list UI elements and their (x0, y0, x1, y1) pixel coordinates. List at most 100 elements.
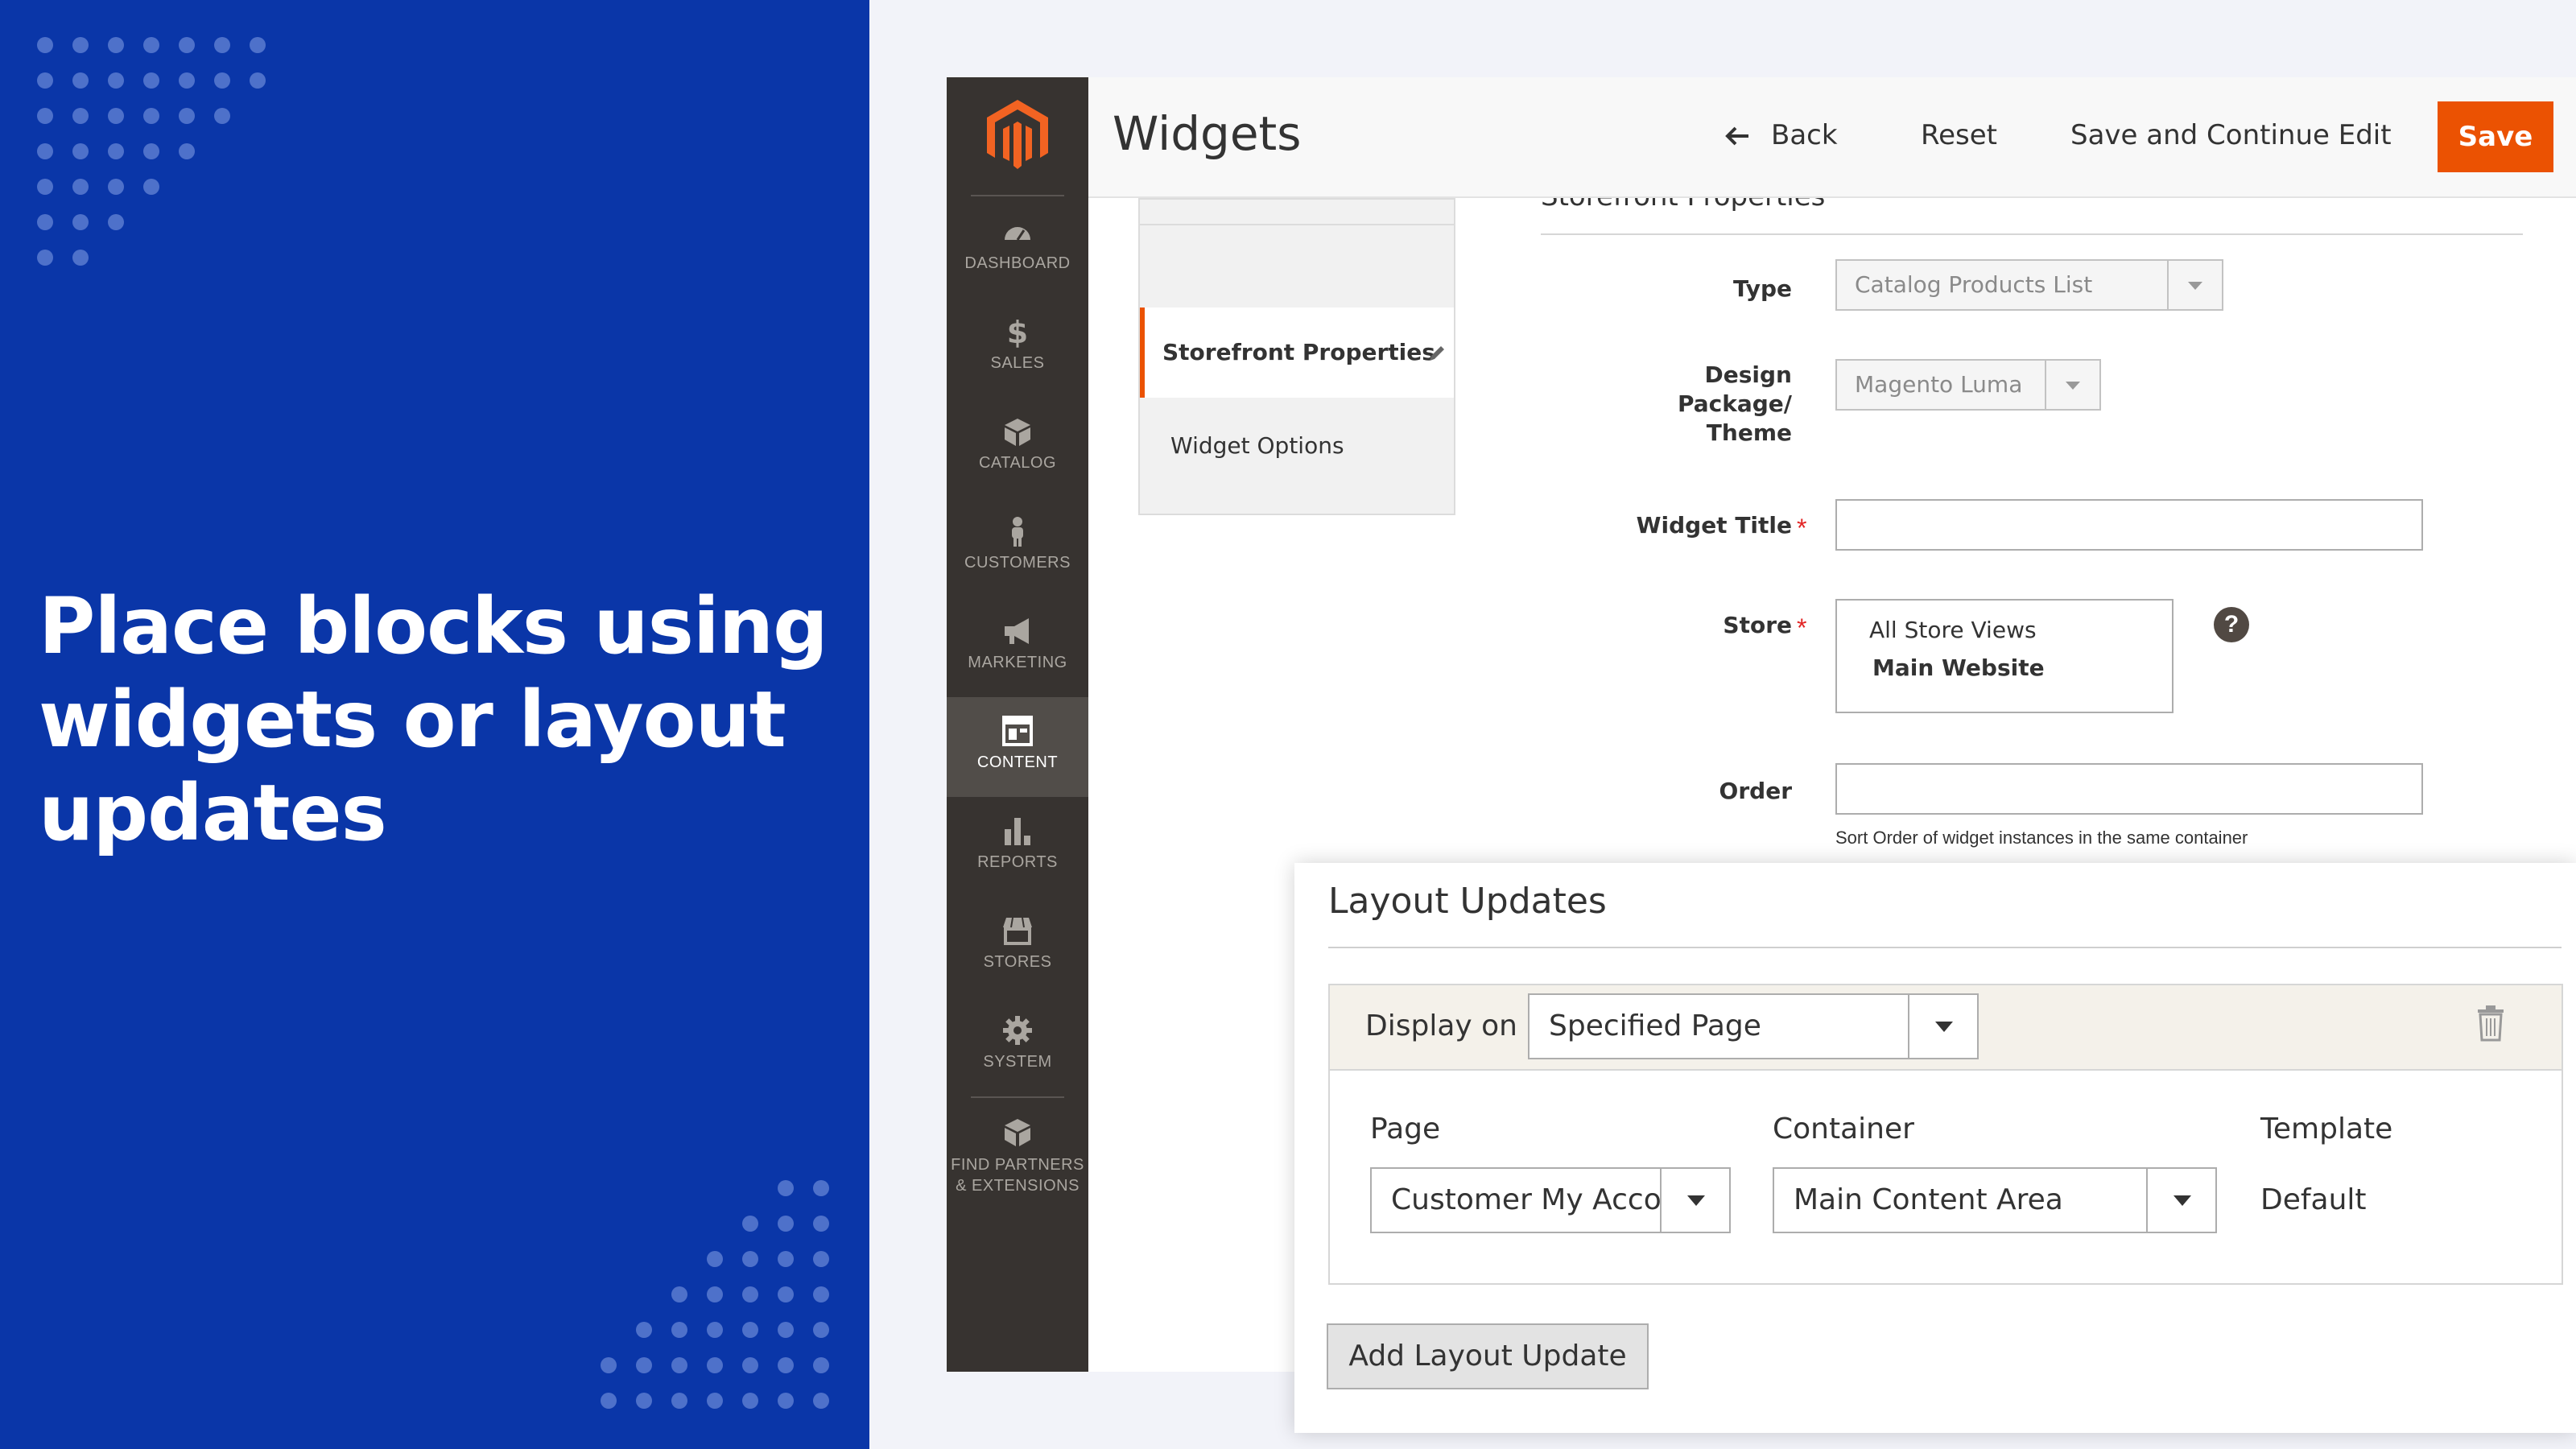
chevron-down-icon (1687, 1195, 1705, 1206)
decorative-dot (72, 72, 89, 89)
decorative-dot (601, 1393, 617, 1409)
sidebar-item-label: DASHBOARD (964, 254, 1071, 272)
store-option[interactable]: Main Website (1869, 654, 2172, 681)
decorative-dot (143, 37, 159, 53)
sidebar-item-sales[interactable]: $ SALES (947, 298, 1088, 398)
sidebar-item-label: CONTENT (976, 753, 1059, 771)
magento-logo[interactable] (987, 100, 1048, 169)
decorative-dot (813, 1180, 829, 1196)
decorative-dot (778, 1286, 794, 1302)
decorative-dot (143, 72, 159, 89)
tab-storefront-properties[interactable]: Storefront Properties (1140, 308, 1454, 398)
decorative-dot (108, 143, 124, 159)
trash-icon[interactable] (2475, 1005, 2507, 1042)
decorative-dot (636, 1393, 652, 1409)
storefront-icon (1003, 917, 1032, 945)
sidebar-item-stores[interactable]: STORES (947, 897, 1088, 997)
container-select[interactable]: Main Content Area (1773, 1167, 2217, 1233)
tab-label: Widget Options (1170, 432, 1344, 459)
section-divider (1541, 233, 2523, 235)
widget-title-input[interactable] (1835, 499, 2423, 551)
decorative-dot (778, 1357, 794, 1373)
decorative-dot (707, 1357, 723, 1373)
svg-text:$: $ (1007, 316, 1028, 348)
decorative-dot (37, 72, 53, 89)
sidebar-item-reports[interactable]: REPORTS (947, 797, 1088, 897)
store-option[interactable]: All Store Views (1869, 617, 2172, 643)
bar-chart-icon (1005, 818, 1030, 845)
sidebar-item-label: STORES (983, 953, 1052, 971)
store-multiselect[interactable]: All Store Views Main Website (1835, 599, 2174, 713)
sidebar-divider (971, 195, 1064, 196)
decorative-dot (179, 37, 195, 53)
widget-title-label: Widget Title (1636, 512, 1792, 539)
layout-updates-divider (1328, 947, 2562, 948)
decorative-dot (179, 72, 195, 89)
gear-icon (1003, 1016, 1032, 1045)
decorative-dot (742, 1216, 758, 1232)
display-on-value: Specified Page (1549, 1009, 1761, 1042)
type-select[interactable]: Catalog Products List (1835, 259, 2223, 311)
decorative-dot (37, 108, 53, 124)
sidebar-item-system[interactable]: SYSTEM (947, 997, 1088, 1096)
decorative-dot (671, 1357, 687, 1373)
megaphone-icon (1005, 618, 1029, 644)
extensions-icon (1005, 1119, 1030, 1146)
decorative-dot (37, 143, 53, 159)
theme-select[interactable]: Magento Luma (1835, 359, 2101, 411)
page-title: Widgets (1113, 106, 1302, 161)
decorative-dot (813, 1393, 829, 1409)
sidebar-item-content[interactable]: CONTENT (947, 697, 1088, 797)
sidebar-item-label: CATALOG (978, 454, 1057, 472)
decorative-dot (601, 1357, 617, 1373)
decorative-dot (813, 1251, 829, 1267)
sidebar-item-find-partners[interactable]: FIND PARTNERS & EXTENSIONS (947, 1098, 1088, 1219)
decorative-dot (72, 214, 89, 230)
chevron-down-icon (2066, 382, 2080, 390)
decorative-dot (214, 72, 230, 89)
sidebar-item-dashboard[interactable]: DASHBOARD (947, 198, 1088, 298)
chevron-down-icon (2174, 1195, 2191, 1206)
decorative-dot (813, 1216, 829, 1232)
save-button[interactable]: Save (2438, 101, 2553, 172)
page-select[interactable]: Customer My Acco (1370, 1167, 1731, 1233)
decorative-dot (671, 1322, 687, 1338)
back-button[interactable]: Back (1724, 119, 1838, 151)
decorative-dot (742, 1251, 758, 1267)
decorative-dot (108, 214, 124, 230)
headline-line-1: Place blocks using (39, 581, 828, 671)
type-select-value: Catalog Products List (1855, 271, 2093, 298)
layout-updates-card: Layout Updates Display on Specified Page… (1294, 863, 2576, 1433)
decorative-dot (250, 37, 266, 53)
decorative-dot (37, 37, 53, 53)
decorative-dot (742, 1357, 758, 1373)
decorative-dot (707, 1286, 723, 1302)
reset-button[interactable]: Reset (1921, 119, 1997, 151)
sidebar-item-catalog[interactable]: CATALOG (947, 398, 1088, 497)
theme-select-value: Magento Luma (1855, 371, 2023, 398)
decorative-dot (778, 1393, 794, 1409)
decorative-dot (72, 108, 89, 124)
sidebar-item-marketing[interactable]: MARKETING (947, 597, 1088, 697)
tab-widget-options[interactable]: Widget Options (1140, 401, 1454, 491)
pencil-icon (1430, 346, 1444, 361)
decorative-dot (72, 37, 89, 53)
decorative-dot (250, 72, 266, 89)
display-on-select[interactable]: Specified Page (1528, 993, 1979, 1059)
decorative-dot (108, 179, 124, 195)
sidebar-item-customers[interactable]: CUSTOMERS (947, 497, 1088, 597)
page-label: Page (1370, 1113, 1441, 1146)
help-icon[interactable]: ? (2214, 607, 2249, 642)
decorative-dot (108, 108, 124, 124)
add-layout-update-button[interactable]: Add Layout Update (1327, 1323, 1649, 1389)
order-input[interactable] (1835, 763, 2423, 815)
decorative-dot (636, 1357, 652, 1373)
decorative-dot (143, 179, 159, 195)
decorative-dot (707, 1322, 723, 1338)
decorative-dot (108, 37, 124, 53)
box-icon (1005, 419, 1030, 446)
save-continue-button[interactable]: Save and Continue Edit (2070, 119, 2392, 151)
promo-headline: Place blocks using widgets or layout upd… (39, 580, 844, 860)
decorative-dot (179, 108, 195, 124)
sidebar-item-label: REPORTS (977, 853, 1058, 871)
